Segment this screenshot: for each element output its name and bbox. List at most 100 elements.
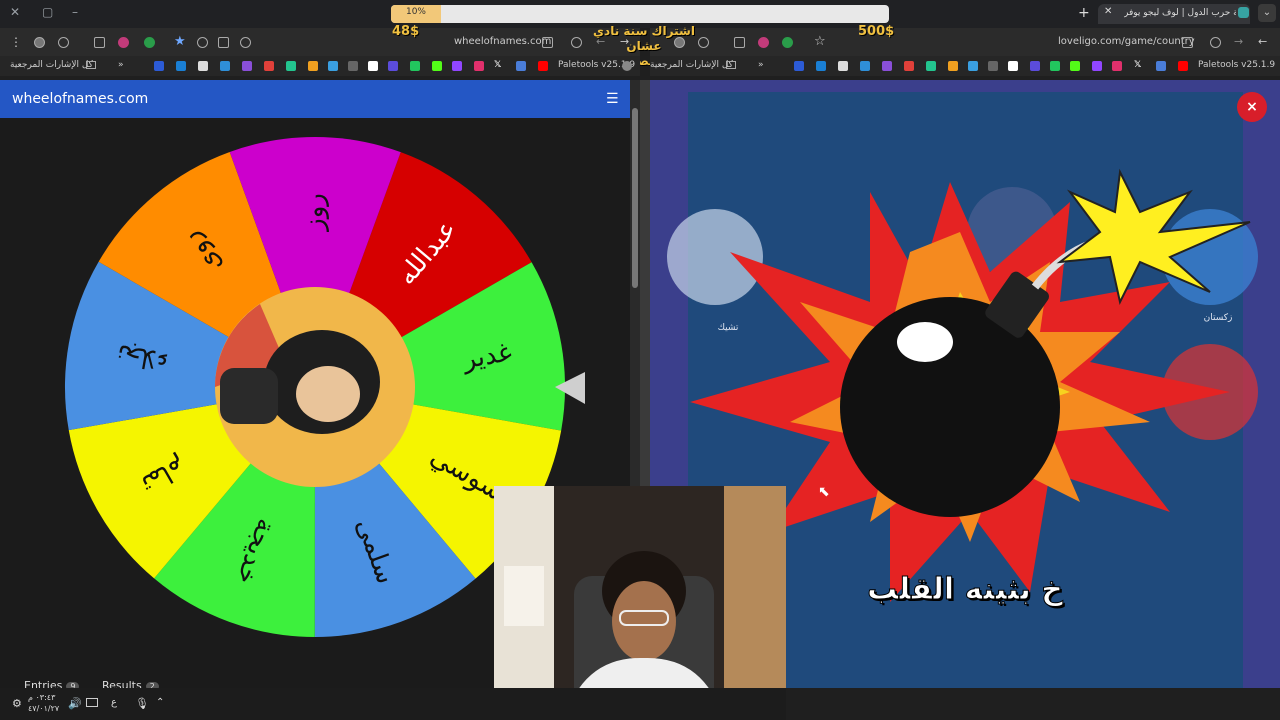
bookmark-icon-12[interactable] <box>388 61 398 71</box>
bookmark-icon-14[interactable] <box>1070 61 1080 71</box>
x-icon[interactable]: 𝕏 <box>1134 60 1141 70</box>
bookmark-icon-6[interactable] <box>264 61 274 71</box>
microphone-icon[interactable]: 🎙 <box>135 697 149 710</box>
scrollbar-thumb[interactable] <box>632 108 638 288</box>
bookmarks-overflow-icon[interactable]: » <box>758 60 764 70</box>
x-icon[interactable]: 𝕏 <box>494 60 501 70</box>
settings-icon[interactable]: ⚙ <box>12 697 22 710</box>
bookmark-icon-9[interactable] <box>328 61 338 71</box>
money-right: 500$ <box>858 24 895 39</box>
bookmark-icon-1[interactable] <box>154 61 164 71</box>
stream-progress-bar: 10% <box>391 5 889 23</box>
webcam-overlay <box>494 486 786 720</box>
all-bookmarks-link[interactable]: كل الإشارات المرجعية <box>10 60 93 70</box>
bookmark-icon-13[interactable] <box>410 61 420 71</box>
bookmark-icon-15[interactable] <box>1092 61 1102 71</box>
globe-icon <box>622 61 632 71</box>
person-face <box>612 581 676 661</box>
bookmark-icon-4[interactable] <box>860 61 870 71</box>
translate-icon[interactable] <box>218 37 229 48</box>
instagram-icon[interactable] <box>1112 61 1122 71</box>
bookmark-icon-8[interactable] <box>948 61 958 71</box>
mouse-cursor-icon: ⬉ <box>818 484 830 500</box>
bomb-body <box>840 297 1060 517</box>
bookmark-icon-11[interactable] <box>1008 61 1018 71</box>
reload-icon[interactable] <box>1210 37 1221 48</box>
bookmark-icon-5[interactable] <box>882 61 892 71</box>
bookmark-icon-5[interactable] <box>242 61 252 71</box>
bookmark-icon-7[interactable] <box>286 61 296 71</box>
character-jacket <box>220 368 278 424</box>
bookmark-icon-14[interactable] <box>432 61 442 71</box>
youtube-icon[interactable] <box>1178 61 1188 71</box>
profile-avatar-icon[interactable] <box>34 37 45 48</box>
url-bar[interactable]: loveligo.com/game/country <box>1058 36 1195 47</box>
paletools-bookmark[interactable]: Paletools v25.1.9 <box>1198 60 1275 70</box>
back-icon[interactable]: ← <box>1258 35 1267 48</box>
clock-time: ٠٣:٤٣ م <box>28 693 56 702</box>
money-left: 48$ <box>392 24 420 39</box>
tab-manager-icon[interactable] <box>698 37 709 48</box>
bookmark-star-icon[interactable]: ★ <box>174 34 186 49</box>
hamburger-icon[interactable]: ☰ <box>606 91 619 107</box>
bookmark-icon-2[interactable] <box>176 61 186 71</box>
tray-overflow-icon[interactable]: ⌃ <box>156 697 164 708</box>
close-window-icon[interactable]: ✕ <box>10 5 20 19</box>
tab-title: لعبة حرب الدول | لوف ليجو يوفر <box>1124 8 1236 18</box>
youtube-icon[interactable] <box>538 61 548 71</box>
bomb-highlight <box>897 322 953 362</box>
bookmarks-overflow-icon[interactable]: » <box>118 60 124 70</box>
bookmark-icon-16[interactable] <box>1156 61 1166 71</box>
zoom-icon[interactable] <box>197 37 208 48</box>
subscribe-line-1: اشتراك سنة نادي عشان <box>593 24 695 53</box>
bookmark-icon-2[interactable] <box>816 61 826 71</box>
extension-pink-icon[interactable] <box>118 37 129 48</box>
tab-favicon-icon <box>1238 7 1249 18</box>
url-bar[interactable]: wheelofnames.com <box>454 36 551 47</box>
bookmark-icon-9[interactable] <box>968 61 978 71</box>
bookmark-icon-11[interactable] <box>368 61 378 71</box>
bookmark-icon-13[interactable] <box>1050 61 1060 71</box>
maximize-window-icon[interactable]: ▢ <box>42 5 53 19</box>
new-tab-button[interactable]: + <box>1078 5 1090 21</box>
site-info-icon[interactable] <box>1182 37 1193 48</box>
bookmark-icon-10[interactable] <box>988 61 998 71</box>
country-card-left-label: تشيك <box>718 323 739 333</box>
forward-icon[interactable]: → <box>1234 35 1243 48</box>
bookmark-icon-7[interactable] <box>926 61 936 71</box>
more-menu-icon[interactable]: ⋮ <box>10 35 22 49</box>
clock[interactable]: ٠٣:٤٣ م ٤٧/٠١/٢٧ <box>28 692 59 714</box>
bookmark-icon-3[interactable] <box>838 61 848 71</box>
volume-icon[interactable]: 🔊 <box>68 697 82 710</box>
extension-green-icon[interactable] <box>144 37 155 48</box>
site-settings-icon[interactable] <box>240 37 251 48</box>
character-face <box>296 366 360 422</box>
bookmark-icon-15[interactable] <box>452 61 462 71</box>
bookmark-icon-6[interactable] <box>904 61 914 71</box>
extension-pink-icon[interactable] <box>758 37 769 48</box>
all-bookmarks-link[interactable]: كل الإشارات المرجعية <box>650 60 733 70</box>
close-game-button[interactable]: × <box>1237 92 1267 122</box>
bookmark-icon-3[interactable] <box>198 61 208 71</box>
bookmark-icon-12[interactable] <box>1030 61 1040 71</box>
instagram-icon[interactable] <box>474 61 484 71</box>
site-info-icon[interactable] <box>542 37 553 48</box>
extensions-icon[interactable] <box>734 37 745 48</box>
minimize-window-icon[interactable]: – <box>72 5 78 19</box>
bookmark-icon-10[interactable] <box>348 61 358 71</box>
bookmark-star-icon[interactable]: ☆ <box>814 34 826 49</box>
wheel-site-title[interactable]: wheelofnames.com <box>12 91 148 107</box>
extension-green-icon[interactable] <box>782 37 793 48</box>
bookmark-icon-16[interactable] <box>516 61 526 71</box>
tab-manager-icon[interactable] <box>58 37 69 48</box>
bookmark-icon-4[interactable] <box>220 61 230 71</box>
extensions-icon[interactable] <box>94 37 105 48</box>
tab-search-icon[interactable]: ⌄ <box>1258 4 1276 22</box>
language-indicator[interactable]: ع <box>111 697 117 708</box>
bookmark-icon-8[interactable] <box>308 61 318 71</box>
display-icon[interactable] <box>86 698 98 707</box>
game-caption: خ بثينه القلب <box>867 572 1064 608</box>
bookmark-icon-1[interactable] <box>794 61 804 71</box>
tab-close-icon[interactable]: ✕ <box>1104 6 1112 17</box>
profile-avatar-icon[interactable] <box>674 37 685 48</box>
